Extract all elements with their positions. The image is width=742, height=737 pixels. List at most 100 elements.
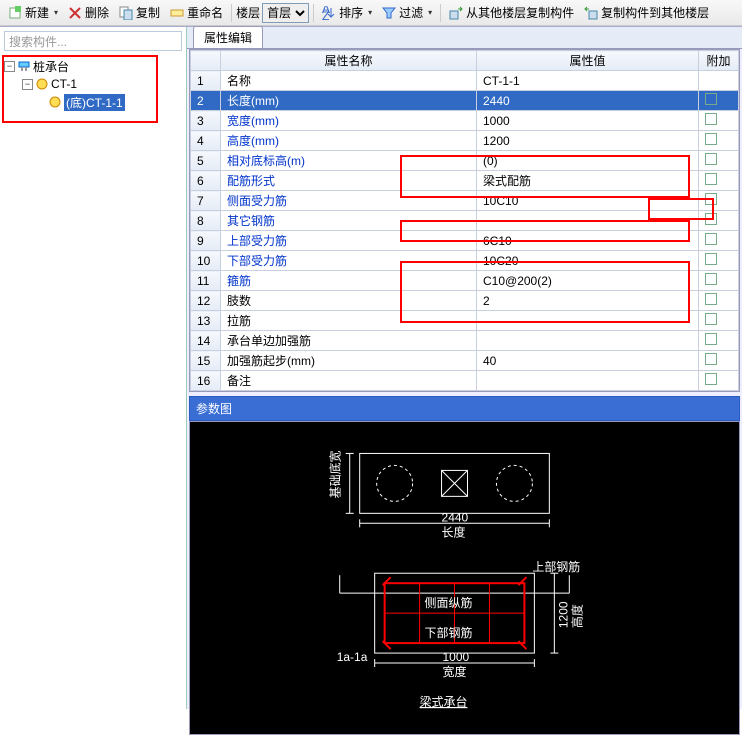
floor-select[interactable]: 首层 (262, 3, 309, 23)
prop-add[interactable] (699, 311, 739, 331)
checkbox[interactable] (705, 353, 717, 365)
copy-button[interactable]: 复制 (115, 2, 164, 23)
table-row[interactable]: 10下部受力筋10C20 (191, 251, 739, 271)
prop-value[interactable]: 10C10 (477, 191, 699, 211)
checkbox[interactable] (705, 373, 717, 385)
rename-button[interactable]: 重命名 (166, 2, 227, 23)
prop-value[interactable]: 6C10 (477, 231, 699, 251)
checkbox[interactable] (705, 293, 717, 305)
table-row[interactable]: 9上部受力筋6C10 (191, 231, 739, 251)
prop-add[interactable] (699, 171, 739, 191)
checkbox[interactable] (705, 173, 717, 185)
new-button[interactable]: 新建▾ (4, 2, 62, 23)
table-row[interactable]: 11箍筋C10@200(2) (191, 271, 739, 291)
table-row[interactable]: 5相对底标高(m)(0) (191, 151, 739, 171)
table-row[interactable]: 2长度(mm)2440 (191, 91, 739, 111)
prop-value[interactable]: 2440 (477, 91, 699, 111)
prop-name: 下部受力筋 (221, 251, 477, 271)
prop-value[interactable]: 1200 (477, 131, 699, 151)
param-diagram-title: 参数图 (189, 396, 740, 421)
table-row[interactable]: 15加强筋起步(mm)40 (191, 351, 739, 371)
row-number: 5 (191, 151, 221, 171)
table-row[interactable]: 16备注 (191, 371, 739, 391)
prop-name: 配筋形式 (221, 171, 477, 191)
prop-value[interactable]: C10@200(2) (477, 271, 699, 291)
prop-name: 宽度(mm) (221, 111, 477, 131)
prop-value[interactable]: 1000 (477, 111, 699, 131)
table-row[interactable]: 8其它钢筋 (191, 211, 739, 231)
copy-icon (119, 6, 133, 20)
prop-add[interactable] (699, 331, 739, 351)
checkbox[interactable] (705, 273, 717, 285)
collapse-icon[interactable]: − (22, 79, 33, 90)
prop-name: 相对底标高(m) (221, 151, 477, 171)
row-number: 8 (191, 211, 221, 231)
sort-button[interactable]: AZ 排序▾ (318, 2, 376, 23)
checkbox[interactable] (705, 253, 717, 265)
prop-name: 上部受力筋 (221, 231, 477, 251)
table-row[interactable]: 3宽度(mm)1000 (191, 111, 739, 131)
svg-text:基础底宽: 基础底宽 (328, 450, 343, 498)
checkbox[interactable] (705, 93, 717, 105)
svg-text:1000: 1000 (443, 650, 470, 664)
table-row[interactable]: 14承台单边加强筋 (191, 331, 739, 351)
checkbox[interactable] (705, 193, 717, 205)
prop-add[interactable] (699, 151, 739, 171)
checkbox[interactable] (705, 333, 717, 345)
prop-add[interactable] (699, 71, 739, 91)
table-row[interactable]: 13拉筋 (191, 311, 739, 331)
filter-icon (382, 6, 396, 20)
col-rownum (191, 51, 221, 71)
checkbox[interactable] (705, 233, 717, 245)
tab-properties[interactable]: 属性编辑 (193, 26, 263, 48)
prop-value[interactable]: CT-1-1 (477, 71, 699, 91)
prop-add[interactable] (699, 211, 739, 231)
prop-value[interactable]: 10C20 (477, 251, 699, 271)
prop-value[interactable]: 40 (477, 351, 699, 371)
prop-value[interactable] (477, 331, 699, 351)
svg-text:高度: 高度 (569, 604, 584, 628)
prop-value[interactable]: (0) (477, 151, 699, 171)
table-row[interactable]: 7侧面受力筋10C10 (191, 191, 739, 211)
tree-root[interactable]: − 桩承台 (4, 57, 182, 75)
copy-to-button[interactable]: 复制构件到其他楼层 (580, 2, 713, 23)
row-number: 16 (191, 371, 221, 391)
tree-child[interactable]: − CT-1 (4, 75, 182, 93)
table-row[interactable]: 12肢数2 (191, 291, 739, 311)
search-input[interactable]: 搜索构件... (4, 31, 182, 51)
copy-from-icon (449, 6, 463, 20)
prop-add[interactable] (699, 111, 739, 131)
prop-value[interactable] (477, 311, 699, 331)
checkbox[interactable] (705, 313, 717, 325)
prop-add[interactable] (699, 371, 739, 391)
row-number: 10 (191, 251, 221, 271)
prop-value[interactable] (477, 211, 699, 231)
toolbar: 新建▾ 删除 复制 重命名 楼层 首层 AZ 排序▾ 过滤▾ 从其他楼层复制构件… (0, 0, 742, 26)
prop-add[interactable] (699, 271, 739, 291)
filter-button[interactable]: 过滤▾ (378, 2, 436, 23)
prop-add[interactable] (699, 351, 739, 371)
prop-add[interactable] (699, 191, 739, 211)
tree-leaf[interactable]: (底)CT-1-1 (4, 93, 182, 111)
table-row[interactable]: 6配筋形式梁式配筋 (191, 171, 739, 191)
checkbox[interactable] (705, 133, 717, 145)
table-row[interactable]: 4高度(mm)1200 (191, 131, 739, 151)
prop-add[interactable] (699, 231, 739, 251)
svg-text:上部钢筋: 上部钢筋 (532, 559, 580, 574)
prop-add[interactable] (699, 91, 739, 111)
prop-name: 高度(mm) (221, 131, 477, 151)
prop-add[interactable] (699, 251, 739, 271)
prop-value[interactable]: 梁式配筋 (477, 171, 699, 191)
collapse-icon[interactable]: − (4, 61, 15, 72)
row-number: 14 (191, 331, 221, 351)
prop-add[interactable] (699, 131, 739, 151)
prop-value[interactable] (477, 371, 699, 391)
delete-button[interactable]: 删除 (64, 2, 113, 23)
prop-value[interactable]: 2 (477, 291, 699, 311)
copy-from-button[interactable]: 从其他楼层复制构件 (445, 2, 578, 23)
checkbox[interactable] (705, 153, 717, 165)
table-row[interactable]: 1名称CT-1-1 (191, 71, 739, 91)
checkbox[interactable] (705, 113, 717, 125)
checkbox[interactable] (705, 213, 717, 225)
prop-add[interactable] (699, 291, 739, 311)
